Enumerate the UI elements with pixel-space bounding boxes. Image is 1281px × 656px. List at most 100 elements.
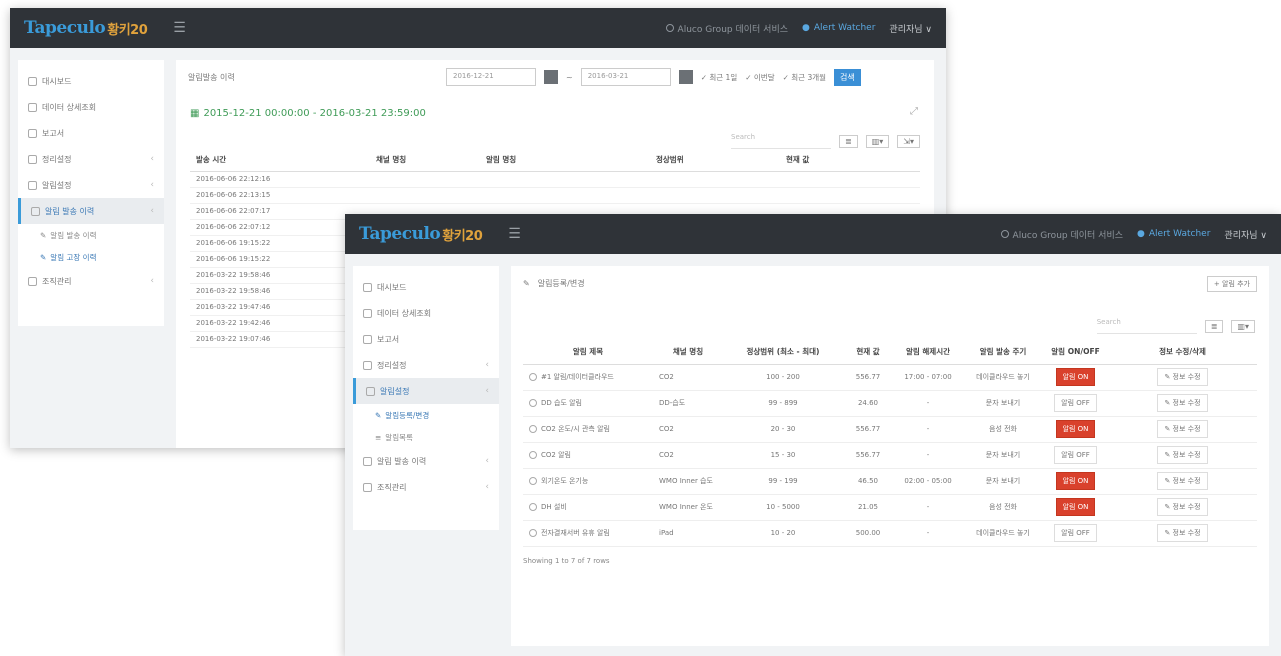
sidebar-sub-alert-send-history[interactable]: ✎ 알림 발송 이력 xyxy=(18,224,164,246)
alert-toggle-button[interactable]: 알림 OFF xyxy=(1054,524,1097,542)
table-row[interactable]: 외기온도 온기능 WMO Inner 습도 99 - 199 46.50 02:00 -… xyxy=(523,468,1257,495)
expand-row-icon[interactable] xyxy=(529,477,537,485)
alert-toggle-button[interactable]: 알림 ON xyxy=(1055,472,1096,490)
range-cell: 10 - 5000 xyxy=(723,494,843,521)
logo-text: Tapeculo xyxy=(359,224,441,244)
group-link[interactable]: Aluco Group 데이터 서비스 xyxy=(1000,228,1123,241)
column-header[interactable]: 알림 ON/OFF xyxy=(1043,340,1108,365)
edit-info-button[interactable]: ✎ 정보 수정 xyxy=(1157,420,1208,438)
alert-toggle-button[interactable]: 알림 OFF xyxy=(1054,446,1097,464)
alert-toggle-button[interactable]: 알림 ON xyxy=(1055,368,1096,386)
calendar-icon[interactable] xyxy=(544,70,558,84)
sidebar-item-report[interactable]: 보고서 xyxy=(18,120,164,146)
sent-time-cell: 2016-06-06 22:07:12 xyxy=(190,219,370,236)
sidebar-item-alert-settings[interactable]: 알림설정 ‹ xyxy=(18,172,164,198)
search-button[interactable]: 검색 xyxy=(834,68,861,86)
globe-icon xyxy=(1000,230,1009,238)
list-view-icon[interactable]: ≣ xyxy=(1204,319,1224,333)
table-row[interactable]: 전자결재서버 유휴 알림 iPad 10 - 20 500.00- 데이클라우드 놓기 알… xyxy=(523,520,1257,547)
edit-info-button[interactable]: ✎ 정보 수정 xyxy=(1157,394,1208,412)
sidebar-item-settings[interactable]: 정리설정 ‹ xyxy=(353,352,499,378)
sidebar-item-settings[interactable]: 정리설정 ‹ xyxy=(18,146,164,172)
option-label: 이번달 xyxy=(753,72,775,82)
column-header[interactable]: 발송 시간 xyxy=(190,149,370,172)
expand-row-icon[interactable] xyxy=(529,399,537,407)
user-menu[interactable]: 관리자님 ∨ xyxy=(889,22,932,35)
alert-toggle-button[interactable]: 알림 ON xyxy=(1055,498,1096,516)
date-to-input[interactable]: 2016-03-21 xyxy=(580,68,671,86)
alert-watcher-link[interactable]: ● Alert Watcher xyxy=(802,23,875,33)
sidebar-sub-alert-fault-history[interactable]: ✎ 알림 고장 이력 xyxy=(18,246,164,268)
export-icon[interactable]: ⇲▾ xyxy=(897,134,920,148)
table-row[interactable]: CO2 온도/시 관측 알림 CO2 20 - 30 556.77- 음성 전화 알림 O… xyxy=(523,416,1257,443)
table-row[interactable]: 2016-06-06 22:13:15 xyxy=(190,187,920,204)
column-header[interactable]: 현재 값 xyxy=(843,340,893,365)
sidebar-item-data-detail[interactable]: 데이터 상세조회 xyxy=(353,300,499,326)
cycle-cell: 데이클라우드 놓기 xyxy=(963,520,1043,547)
sidebar-item-report[interactable]: 보고서 xyxy=(353,326,499,352)
column-header[interactable]: 알림 제목 xyxy=(523,340,653,365)
link-icon xyxy=(363,456,372,466)
columns-icon[interactable]: ▥▾ xyxy=(865,134,890,148)
search-input[interactable]: Search xyxy=(1096,318,1197,334)
add-alert-button[interactable]: + 알림 추가 xyxy=(1206,276,1257,292)
menu-toggle-icon[interactable]: ☰ xyxy=(173,20,186,36)
column-header[interactable]: 알림 발송 주기 xyxy=(963,340,1043,365)
expand-row-icon[interactable] xyxy=(529,373,537,381)
alert-title-cell: #1 알림/데이터클라우드 xyxy=(523,364,653,391)
expand-row-icon[interactable] xyxy=(529,451,537,459)
menu-toggle-icon[interactable]: ☰ xyxy=(508,226,521,242)
alert-watcher-link[interactable]: ● Alert Watcher xyxy=(1137,229,1210,239)
sidebar-sub-alert-register[interactable]: ✎ 알림등록/변경 xyxy=(353,404,499,426)
column-header[interactable]: 채널 명칭 xyxy=(653,340,723,365)
sidebar-item-dashboard[interactable]: 대시보드 xyxy=(353,274,499,300)
alert-toggle-button[interactable]: 알림 ON xyxy=(1055,420,1096,438)
edit-info-button[interactable]: ✎ 정보 수정 xyxy=(1157,368,1208,386)
table-row[interactable]: 2016-06-06 22:12:16 xyxy=(190,171,920,188)
sidebar-item-alert-settings[interactable]: 알림설정 ‹ xyxy=(353,378,499,404)
column-header[interactable]: 현재 값 xyxy=(780,149,920,172)
edit-info-button[interactable]: ✎ 정보 수정 xyxy=(1157,498,1208,516)
column-header[interactable]: 정상범위 (최소 - 최대) xyxy=(723,340,843,365)
recent-1-day-option[interactable]: ✓ 최근 1일 xyxy=(701,72,738,83)
alert-toggle-button[interactable]: 알림 OFF xyxy=(1054,394,1097,412)
table-row[interactable]: CO2 알림 CO2 15 - 30 556.77- 문자 보내기 알림 OFF ✎ 정보 … xyxy=(523,442,1257,469)
sidebar-item-org[interactable]: 조직관리 ‹ xyxy=(18,268,164,294)
edit-info-button[interactable]: ✎ 정보 수정 xyxy=(1157,446,1208,464)
sidebar-sub-alert-list[interactable]: ≡ 알림목록 xyxy=(353,426,499,448)
expand-icon[interactable]: ⤢ xyxy=(910,106,918,117)
sidebar-item-data-detail[interactable]: 데이터 상세조회 xyxy=(18,94,164,120)
calendar-icon[interactable] xyxy=(678,70,693,84)
column-header[interactable]: 알림 해제시간 xyxy=(893,340,963,365)
logo[interactable]: Tapeculo 황키20 xyxy=(359,224,483,244)
expand-row-icon[interactable] xyxy=(529,425,537,433)
edit-info-button[interactable]: ✎ 정보 수정 xyxy=(1157,524,1208,542)
expand-row-icon[interactable] xyxy=(529,529,537,537)
table-row[interactable]: DD 습도 알림 DD-습도 99 - 899 24.60- 문자 보내기 알림 OFF ✎… xyxy=(523,390,1257,417)
expand-row-icon[interactable] xyxy=(529,503,537,511)
search-input[interactable]: Search xyxy=(731,133,831,149)
logo[interactable]: Tapeculo 황키20 xyxy=(24,18,148,38)
sidebar-item-alert-history[interactable]: 알림 발송 이력 ‹ xyxy=(353,448,499,474)
group-link[interactable]: Aluco Group 데이터 서비스 xyxy=(665,22,788,35)
column-header[interactable]: 정상범위 xyxy=(650,149,780,172)
chevron-left-icon: ‹ xyxy=(150,180,154,190)
chevron-left-icon: ‹ xyxy=(485,482,489,492)
this-month-option[interactable]: ✓ 이번달 xyxy=(745,72,774,83)
sidebar-item-org[interactable]: 조직관리 ‹ xyxy=(353,474,499,500)
bell-icon xyxy=(366,386,375,396)
list-view-icon[interactable]: ≣ xyxy=(839,134,858,148)
table-row[interactable]: DH 설비 WMO Inner 온도 10 - 5000 21.05- 음성 전화 알림 … xyxy=(523,494,1257,521)
sidebar-item-alert-history[interactable]: 알림 발송 이력 ‹ xyxy=(18,198,164,224)
sidebar-item-dashboard[interactable]: 대시보드 xyxy=(18,68,164,94)
columns-icon[interactable]: ▥▾ xyxy=(1231,319,1255,333)
table-row[interactable]: #1 알림/데이터클라우드 CO2 100 - 200 556.77 17:00 - 0… xyxy=(523,364,1257,391)
alert-title-cell: DD 습도 알림 xyxy=(523,390,653,417)
column-header[interactable]: 정보 수정/삭제 xyxy=(1108,340,1257,365)
date-from-input[interactable]: 2016-12-21 xyxy=(446,68,536,86)
column-header[interactable]: 채널 명칭 xyxy=(370,149,480,172)
column-header[interactable]: 알림 명칭 xyxy=(480,149,650,172)
edit-info-button[interactable]: ✎ 정보 수정 xyxy=(1157,472,1208,490)
recent-3-months-option[interactable]: ✓ 최근 3개월 xyxy=(783,72,826,83)
user-menu[interactable]: 관리자님 ∨ xyxy=(1224,228,1267,241)
